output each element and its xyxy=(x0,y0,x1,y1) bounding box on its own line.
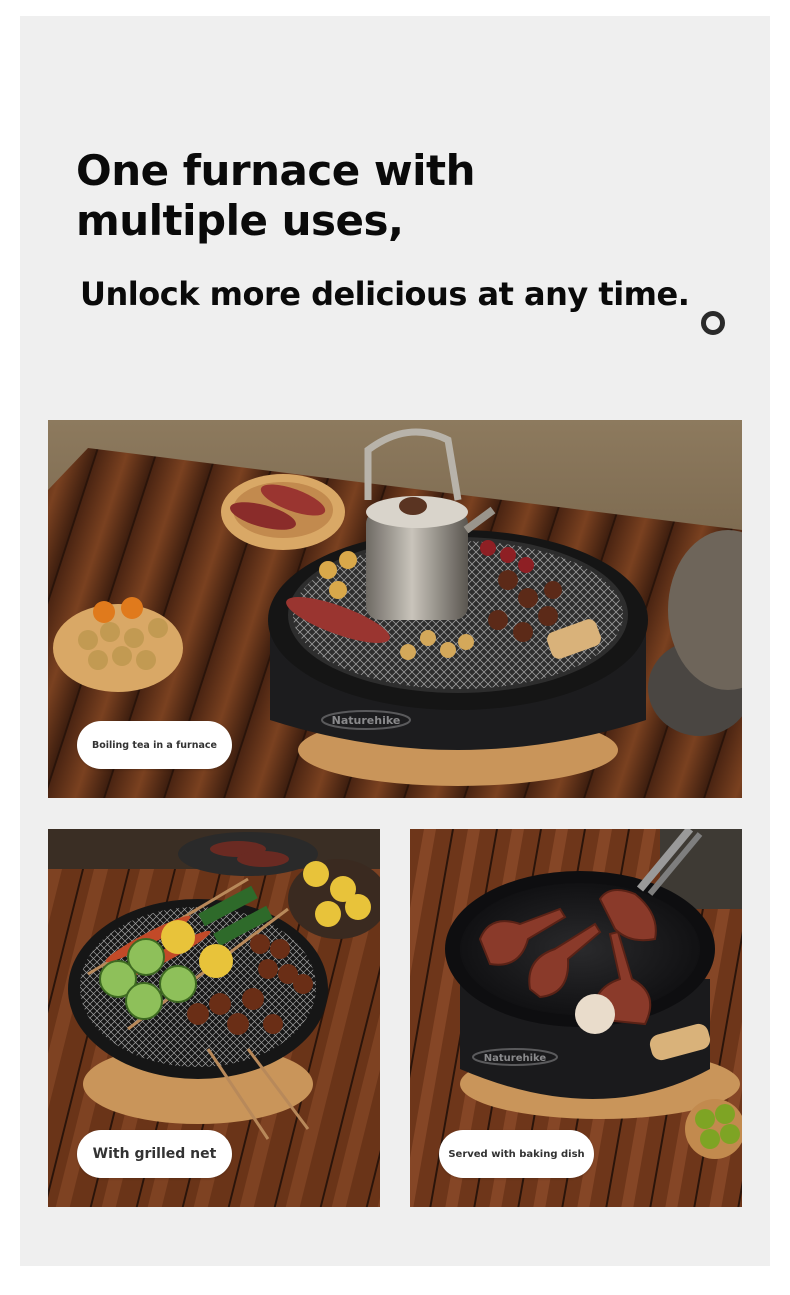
headline-line-1: One furnace with xyxy=(76,146,476,195)
brand-mark: Naturehike xyxy=(332,714,401,727)
brand-mark-2: Naturehike xyxy=(484,1053,547,1064)
caption-grilled-net: With grilled net xyxy=(77,1130,232,1178)
subheadline: Unlock more delicious at any time. xyxy=(80,275,690,313)
caption-baking-dish: Served with baking dish xyxy=(439,1130,594,1178)
caption-boiling-tea: Boiling tea in a furnace xyxy=(77,721,232,769)
headline: One furnace with multiple uses, xyxy=(76,146,596,246)
ring-icon xyxy=(701,311,725,335)
headline-line-2: multiple uses, xyxy=(76,196,404,245)
